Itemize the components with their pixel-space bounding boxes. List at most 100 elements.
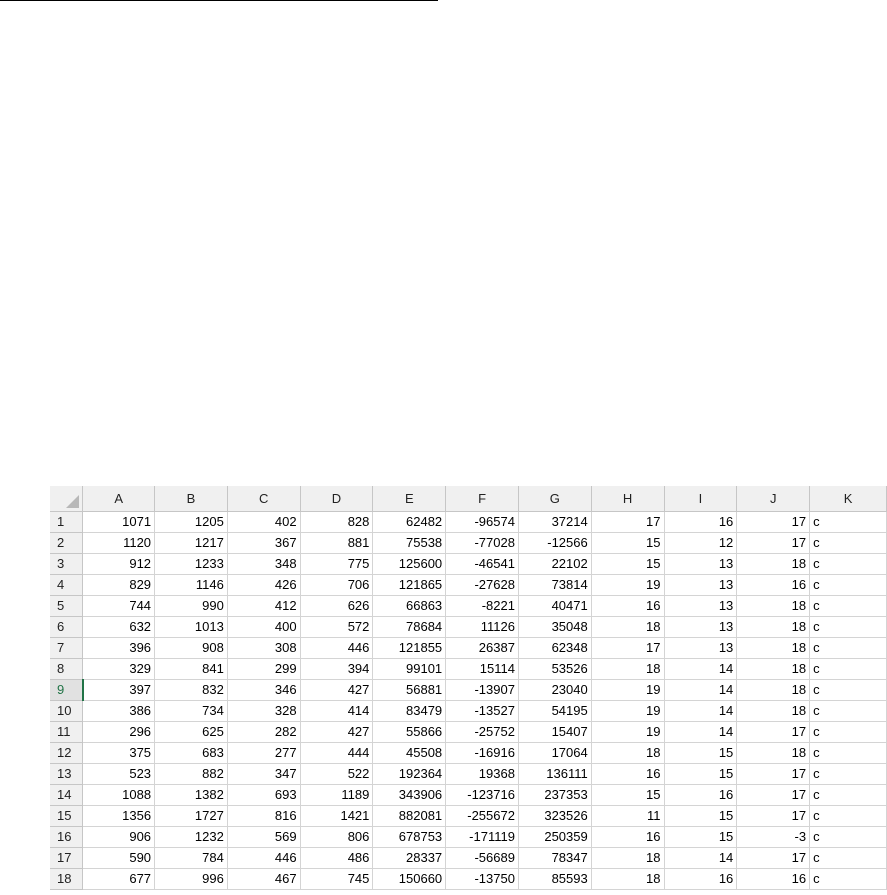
cell-f15[interactable]: -255672 bbox=[445, 805, 519, 827]
cell-i8[interactable]: 14 bbox=[664, 658, 738, 680]
cell-k2[interactable]: c bbox=[809, 532, 887, 554]
cell-d8[interactable]: 394 bbox=[300, 658, 374, 680]
cell-f14[interactable]: -123716 bbox=[445, 784, 519, 806]
cell-b2[interactable]: 1217 bbox=[154, 532, 228, 554]
cell-d1[interactable]: 828 bbox=[300, 511, 374, 533]
cell-a16[interactable]: 906 bbox=[82, 826, 156, 848]
cell-h2[interactable]: 15 bbox=[591, 532, 665, 554]
cell-d18[interactable]: 745 bbox=[300, 868, 374, 890]
cell-a10[interactable]: 386 bbox=[82, 700, 156, 722]
cell-e8[interactable]: 99101 bbox=[372, 658, 447, 680]
column-header-i[interactable]: I bbox=[664, 486, 738, 512]
cell-b13[interactable]: 882 bbox=[154, 763, 228, 785]
cell-c14[interactable]: 693 bbox=[227, 784, 301, 806]
cell-j15[interactable]: 17 bbox=[736, 805, 811, 827]
cell-a14[interactable]: 1088 bbox=[82, 784, 156, 806]
cell-c1[interactable]: 402 bbox=[227, 511, 301, 533]
cell-i4[interactable]: 13 bbox=[664, 574, 738, 596]
column-header-f[interactable]: F bbox=[445, 486, 519, 512]
cell-e1[interactable]: 62482 bbox=[372, 511, 447, 533]
cell-e10[interactable]: 83479 bbox=[372, 700, 447, 722]
cell-h1[interactable]: 17 bbox=[591, 511, 665, 533]
cell-h8[interactable]: 18 bbox=[591, 658, 665, 680]
cell-a12[interactable]: 375 bbox=[82, 742, 156, 764]
cell-f8[interactable]: 15114 bbox=[445, 658, 519, 680]
cell-k16[interactable]: c bbox=[809, 826, 887, 848]
row-header-13[interactable]: 13 bbox=[50, 763, 84, 785]
cell-a6[interactable]: 632 bbox=[82, 616, 156, 638]
row-header-3[interactable]: 3 bbox=[50, 553, 84, 575]
row-header-10[interactable]: 10 bbox=[50, 700, 84, 722]
cell-b18[interactable]: 996 bbox=[154, 868, 228, 890]
cell-i15[interactable]: 15 bbox=[664, 805, 738, 827]
row-header-4[interactable]: 4 bbox=[50, 574, 84, 596]
cell-h14[interactable]: 15 bbox=[591, 784, 665, 806]
cell-b7[interactable]: 908 bbox=[154, 637, 228, 659]
column-header-h[interactable]: H bbox=[591, 486, 665, 512]
cell-g3[interactable]: 22102 bbox=[518, 553, 592, 575]
cell-d6[interactable]: 572 bbox=[300, 616, 374, 638]
cell-c9[interactable]: 346 bbox=[227, 679, 301, 701]
cell-b15[interactable]: 1727 bbox=[154, 805, 228, 827]
cell-i11[interactable]: 14 bbox=[664, 721, 738, 743]
column-header-g[interactable]: G bbox=[518, 486, 592, 512]
cell-g2[interactable]: -12566 bbox=[518, 532, 592, 554]
cell-k15[interactable]: c bbox=[809, 805, 887, 827]
cell-a4[interactable]: 829 bbox=[82, 574, 156, 596]
row-header-15[interactable]: 15 bbox=[50, 805, 84, 827]
cell-g10[interactable]: 54195 bbox=[518, 700, 592, 722]
cell-c3[interactable]: 348 bbox=[227, 553, 301, 575]
cell-g12[interactable]: 17064 bbox=[518, 742, 592, 764]
column-header-e[interactable]: E bbox=[372, 486, 447, 512]
cell-f2[interactable]: -77028 bbox=[445, 532, 519, 554]
cell-i7[interactable]: 13 bbox=[664, 637, 738, 659]
row-header-2[interactable]: 2 bbox=[50, 532, 84, 554]
cell-h16[interactable]: 16 bbox=[591, 826, 665, 848]
cell-a7[interactable]: 396 bbox=[82, 637, 156, 659]
cell-j16[interactable]: -3 bbox=[736, 826, 811, 848]
cell-i5[interactable]: 13 bbox=[664, 595, 738, 617]
cell-d2[interactable]: 881 bbox=[300, 532, 374, 554]
cell-j12[interactable]: 18 bbox=[736, 742, 811, 764]
cell-k3[interactable]: c bbox=[809, 553, 887, 575]
cell-f6[interactable]: 11126 bbox=[445, 616, 519, 638]
cell-f13[interactable]: 19368 bbox=[445, 763, 519, 785]
cell-f4[interactable]: -27628 bbox=[445, 574, 519, 596]
spreadsheet-grid[interactable]: ABCDEFGHIJK 1 1071 1205 402 828 62482 -96574 37… bbox=[50, 486, 887, 895]
cell-j17[interactable]: 17 bbox=[736, 847, 811, 869]
cell-b9[interactable]: 832 bbox=[154, 679, 228, 701]
cell-h6[interactable]: 18 bbox=[591, 616, 665, 638]
column-header-d[interactable]: D bbox=[300, 486, 374, 512]
row-header-7[interactable]: 7 bbox=[50, 637, 84, 659]
cell-e2[interactable]: 75538 bbox=[372, 532, 447, 554]
cell-e16[interactable]: 678753 bbox=[372, 826, 447, 848]
row-header-17[interactable]: 17 bbox=[50, 847, 84, 869]
cell-k1[interactable]: c bbox=[809, 511, 887, 533]
cell-a1[interactable]: 1071 bbox=[82, 511, 156, 533]
cell-b6[interactable]: 1013 bbox=[154, 616, 228, 638]
cell-j1[interactable]: 17 bbox=[736, 511, 811, 533]
cell-k18[interactable]: c bbox=[809, 868, 887, 890]
row-header-16[interactable]: 16 bbox=[50, 826, 84, 848]
column-header-a[interactable]: A bbox=[82, 486, 156, 512]
cell-g18[interactable]: 85593 bbox=[518, 868, 592, 890]
row-header-9[interactable]: 9 bbox=[50, 679, 84, 701]
cell-i14[interactable]: 16 bbox=[664, 784, 738, 806]
cell-a13[interactable]: 523 bbox=[82, 763, 156, 785]
cell-j11[interactable]: 17 bbox=[736, 721, 811, 743]
cell-c16[interactable]: 569 bbox=[227, 826, 301, 848]
cell-b17[interactable]: 784 bbox=[154, 847, 228, 869]
cell-h18[interactable]: 18 bbox=[591, 868, 665, 890]
row-header-8[interactable]: 8 bbox=[50, 658, 84, 680]
column-header-j[interactable]: J bbox=[736, 486, 811, 512]
cell-b1[interactable]: 1205 bbox=[154, 511, 228, 533]
cell-g13[interactable]: 136111 bbox=[518, 763, 592, 785]
cell-k11[interactable]: c bbox=[809, 721, 887, 743]
cell-a9[interactable]: 397 bbox=[82, 679, 156, 701]
cell-i1[interactable]: 16 bbox=[664, 511, 738, 533]
cell-b8[interactable]: 841 bbox=[154, 658, 228, 680]
cell-c10[interactable]: 328 bbox=[227, 700, 301, 722]
cell-g5[interactable]: 40471 bbox=[518, 595, 592, 617]
row-header-1[interactable]: 1 bbox=[50, 511, 84, 533]
cell-d5[interactable]: 626 bbox=[300, 595, 374, 617]
